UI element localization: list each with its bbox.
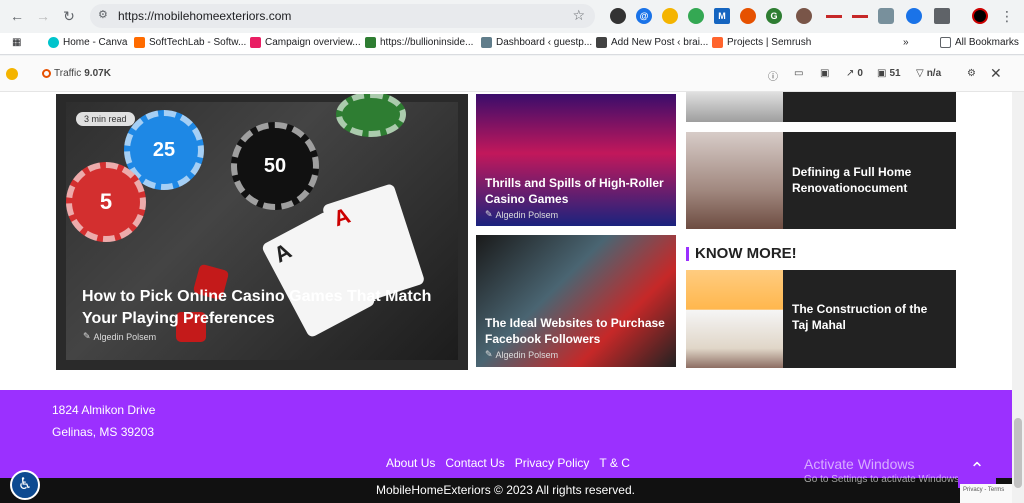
address-line: 1824 Almikon Drive — [52, 403, 156, 417]
recaptcha-badge[interactable]: Privacy - Terms — [960, 484, 1012, 503]
footer-link-privacy[interactable]: Privacy Policy — [515, 456, 590, 470]
read-time-badge: 3 min read — [76, 112, 135, 126]
scrollbar-thumb[interactable] — [1014, 418, 1022, 488]
footer-links: About Us Contact Us Privacy Policy T & C — [386, 456, 630, 470]
address-bar[interactable]: ⚙ https://mobilehomeexteriors.com ☆ — [90, 4, 595, 28]
poker-chip: 50 — [231, 122, 319, 210]
windows-watermark: Activate Windows Go to Settings to activ… — [804, 456, 962, 485]
post-card[interactable] — [686, 92, 956, 122]
extension-icon[interactable] — [662, 8, 678, 24]
menu-icon[interactable]: ⋮ — [998, 7, 1016, 25]
scroll-to-top-button[interactable]: ⌃ — [958, 450, 996, 488]
apps-icon[interactable]: ▦ — [12, 37, 21, 48]
extension-icon[interactable] — [610, 8, 626, 24]
post-title[interactable]: The Construction of the Taj Mahal — [792, 301, 947, 333]
featured-post[interactable]: 25 50 5 A A 3 min read How to Pick Onlin… — [56, 94, 468, 370]
back-icon[interactable]: ← — [8, 7, 26, 25]
page-content: 25 50 5 A A 3 min read How to Pick Onlin… — [0, 92, 1012, 503]
extension-icon[interactable] — [852, 15, 868, 18]
workers-image — [686, 132, 783, 229]
extension-icon[interactable] — [688, 8, 704, 24]
post-title[interactable]: How to Pick Online Casino Games That Mat… — [82, 286, 452, 330]
footer-link-about[interactable]: About Us — [386, 456, 435, 470]
phone-image — [476, 235, 676, 367]
copyright-text: MobileHomeExteriors © 2023 All rights re… — [376, 483, 635, 497]
chart-icon[interactable]: ▭ — [794, 68, 803, 79]
bookmark-item[interactable]: Campaign overview... — [250, 37, 361, 48]
extension-icon[interactable] — [740, 8, 756, 24]
edit-icon: ✎ — [485, 349, 493, 359]
bookmark-item[interactable]: Add New Post ‹ brai... — [596, 37, 708, 48]
know-more-heading: KNOW MORE! — [686, 245, 797, 262]
extension-icon[interactable]: G — [766, 8, 782, 24]
footer-link-contact[interactable]: Contact Us — [445, 456, 504, 470]
close-icon[interactable]: ✕ — [990, 65, 1002, 82]
edit-icon: ✎ — [83, 331, 91, 341]
extension-icon[interactable] — [826, 15, 842, 18]
poker-chip — [336, 94, 406, 137]
post-card[interactable]: Thrills and Spills of High-Roller Casino… — [476, 94, 676, 226]
taj-mahal-image — [686, 270, 783, 368]
all-bookmarks[interactable]: All Bookmarks — [940, 37, 1019, 48]
extension-icon[interactable]: M — [714, 8, 730, 24]
bookmark-item[interactable]: SoftTechLab - Softw... — [134, 37, 246, 48]
post-author[interactable]: ✎ Algedin Polsem — [83, 331, 156, 342]
traffic-stat: Traffic 9.07K — [42, 68, 111, 79]
poker-chip: 5 — [66, 162, 146, 242]
pages-stat: ▣ 51 — [877, 68, 901, 79]
bookmark-star-icon[interactable]: ☆ — [572, 7, 585, 24]
bookmark-item[interactable]: Dashboard ‹ guestp... — [481, 37, 592, 48]
page-icon[interactable]: ▣ — [820, 68, 829, 79]
post-card[interactable]: The Construction of the Taj Mahal — [686, 270, 956, 368]
site-info-icon[interactable]: ⚙ — [98, 8, 112, 22]
extension-logo-icon[interactable] — [6, 68, 18, 80]
extension-icon[interactable] — [796, 8, 812, 24]
browser-toolbar: ← → ↻ ⚙ https://mobilehomeexteriors.com … — [0, 0, 1024, 33]
bookmarks-bar: ▦ Home - Canva SoftTechLab - Softw... Ca… — [0, 33, 1024, 55]
accessibility-icon[interactable]: ♿ — [10, 470, 40, 500]
seo-extension-bar: Traffic 9.07K ⓘ ▭ ▣ ↗ 0 ▣ 51 ▽ n/a ⚙ ✕ — [0, 56, 1024, 92]
info-icon[interactable]: ⓘ — [768, 68, 778, 83]
puzzle-icon[interactable] — [934, 8, 950, 24]
url-text: https://mobilehomeexteriors.com — [118, 9, 292, 23]
post-card[interactable]: The Ideal Websites to Purchase Facebook … — [476, 235, 676, 367]
backlinks-stat: ↗ 0 — [846, 68, 863, 79]
rating-stat: ▽ n/a — [916, 68, 942, 79]
shield-icon[interactable] — [878, 8, 894, 24]
post-title-bg — [783, 92, 956, 122]
settings-icon[interactable]: ⚙ — [967, 68, 976, 79]
post-author[interactable]: ✎ Algedin Polsem — [485, 349, 558, 360]
address-line: Gelinas, MS 39203 — [52, 425, 155, 439]
post-title[interactable]: Thrills and Spills of High-Roller Casino… — [485, 175, 670, 207]
post-author[interactable]: ✎ Algedin Polsem — [485, 209, 558, 220]
heading-accent-bar — [686, 246, 689, 261]
post-title[interactable]: The Ideal Websites to Purchase Facebook … — [485, 315, 670, 347]
reload-icon[interactable]: ↻ — [60, 7, 78, 25]
bookmark-item[interactable]: https://bullioninside... — [365, 37, 473, 48]
bookmark-item[interactable]: Projects | Semrush — [712, 37, 811, 48]
scrollbar[interactable] — [1012, 92, 1024, 503]
bookmark-item[interactable]: Home - Canva — [48, 37, 127, 48]
post-title[interactable]: Defining a Full Home Renovationocument — [792, 164, 947, 196]
edit-icon: ✎ — [485, 209, 493, 219]
post-card[interactable]: Defining a Full Home Renovationocument — [686, 132, 956, 229]
post-thumbnail — [686, 92, 783, 122]
chevron-right-icon[interactable]: » — [903, 37, 909, 48]
extension-icon[interactable]: @ — [636, 8, 652, 24]
footer-link-terms[interactable]: T & C — [599, 456, 629, 470]
extension-icon[interactable] — [906, 8, 922, 24]
avatar[interactable] — [972, 8, 988, 24]
forward-icon[interactable]: → — [34, 7, 52, 25]
